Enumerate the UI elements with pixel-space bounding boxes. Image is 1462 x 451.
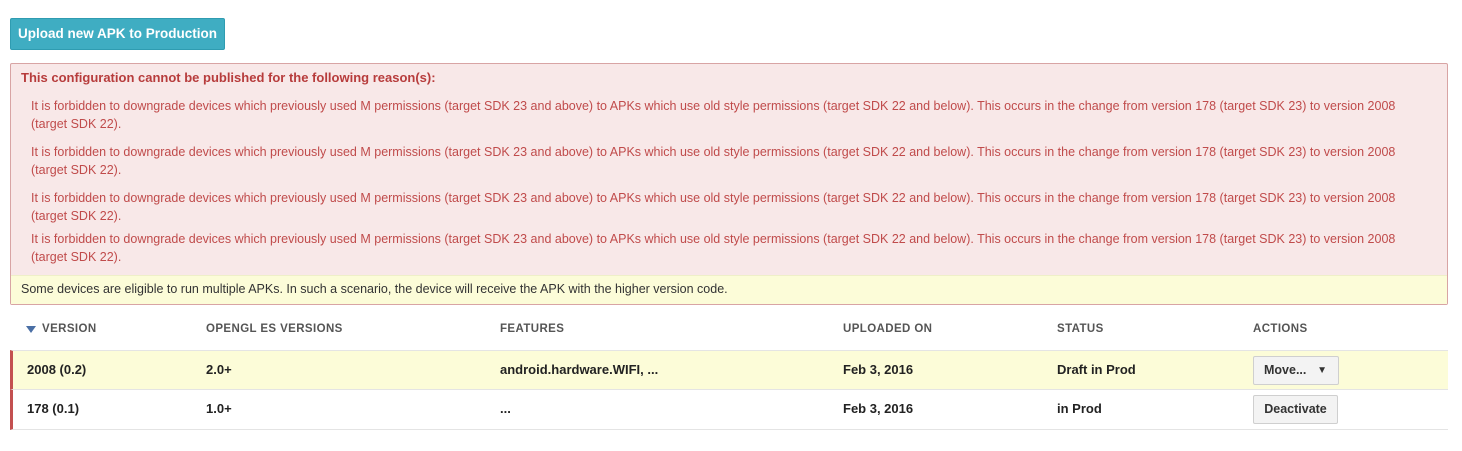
sort-descending-icon[interactable] bbox=[26, 326, 36, 333]
column-header-version[interactable]: VERSION bbox=[42, 323, 97, 335]
status-cell: in Prod bbox=[1057, 401, 1102, 416]
apk-production-page: Upload new APK to Production This config… bbox=[0, 0, 1462, 451]
multiple-apk-note: Some devices are eligible to run multipl… bbox=[11, 275, 1447, 304]
features-cell: ... bbox=[500, 401, 511, 416]
column-header-status[interactable]: STATUS bbox=[1057, 323, 1104, 335]
caret-down-icon: ▼ bbox=[1317, 365, 1327, 376]
column-header-uploaded-on[interactable]: UPLOADED ON bbox=[843, 323, 932, 335]
version-cell: 2008 (0.2) bbox=[27, 362, 87, 377]
status-cell: Draft in Prod bbox=[1057, 362, 1136, 377]
error-title: This configuration cannot be published f… bbox=[21, 70, 436, 85]
error-message: It is forbidden to downgrade devices whi… bbox=[31, 99, 1396, 131]
deactivate-button[interactable]: Deactivate bbox=[1253, 395, 1338, 424]
error-message: It is forbidden to downgrade devices whi… bbox=[31, 145, 1396, 177]
features-cell: android.hardware.WIFI, ... bbox=[500, 362, 659, 377]
table-row: 178 (0.1) 1.0+ ... Feb 3, 2016 in Prod D… bbox=[10, 390, 1448, 430]
column-header-opengl[interactable]: OPENGL ES VERSIONS bbox=[206, 323, 343, 335]
upload-apk-button[interactable]: Upload new APK to Production bbox=[10, 18, 225, 50]
column-header-actions: ACTIONS bbox=[1253, 323, 1308, 335]
error-message: It is forbidden to downgrade devices whi… bbox=[31, 232, 1396, 264]
move-button-label: Move... bbox=[1264, 363, 1307, 377]
error-message: It is forbidden to downgrade devices whi… bbox=[31, 191, 1396, 223]
move-button[interactable]: Move... ▼ bbox=[1253, 356, 1339, 385]
opengl-cell: 2.0+ bbox=[206, 362, 232, 377]
version-cell: 178 (0.1) bbox=[27, 401, 80, 416]
uploaded-on-cell: Feb 3, 2016 bbox=[843, 362, 914, 377]
column-header-features[interactable]: FEATURES bbox=[500, 323, 564, 335]
error-panel: This configuration cannot be published f… bbox=[10, 63, 1448, 305]
opengl-cell: 1.0+ bbox=[206, 401, 232, 416]
table-row: 2008 (0.2) 2.0+ android.hardware.WIFI, .… bbox=[10, 350, 1448, 390]
uploaded-on-cell: Feb 3, 2016 bbox=[843, 401, 914, 416]
